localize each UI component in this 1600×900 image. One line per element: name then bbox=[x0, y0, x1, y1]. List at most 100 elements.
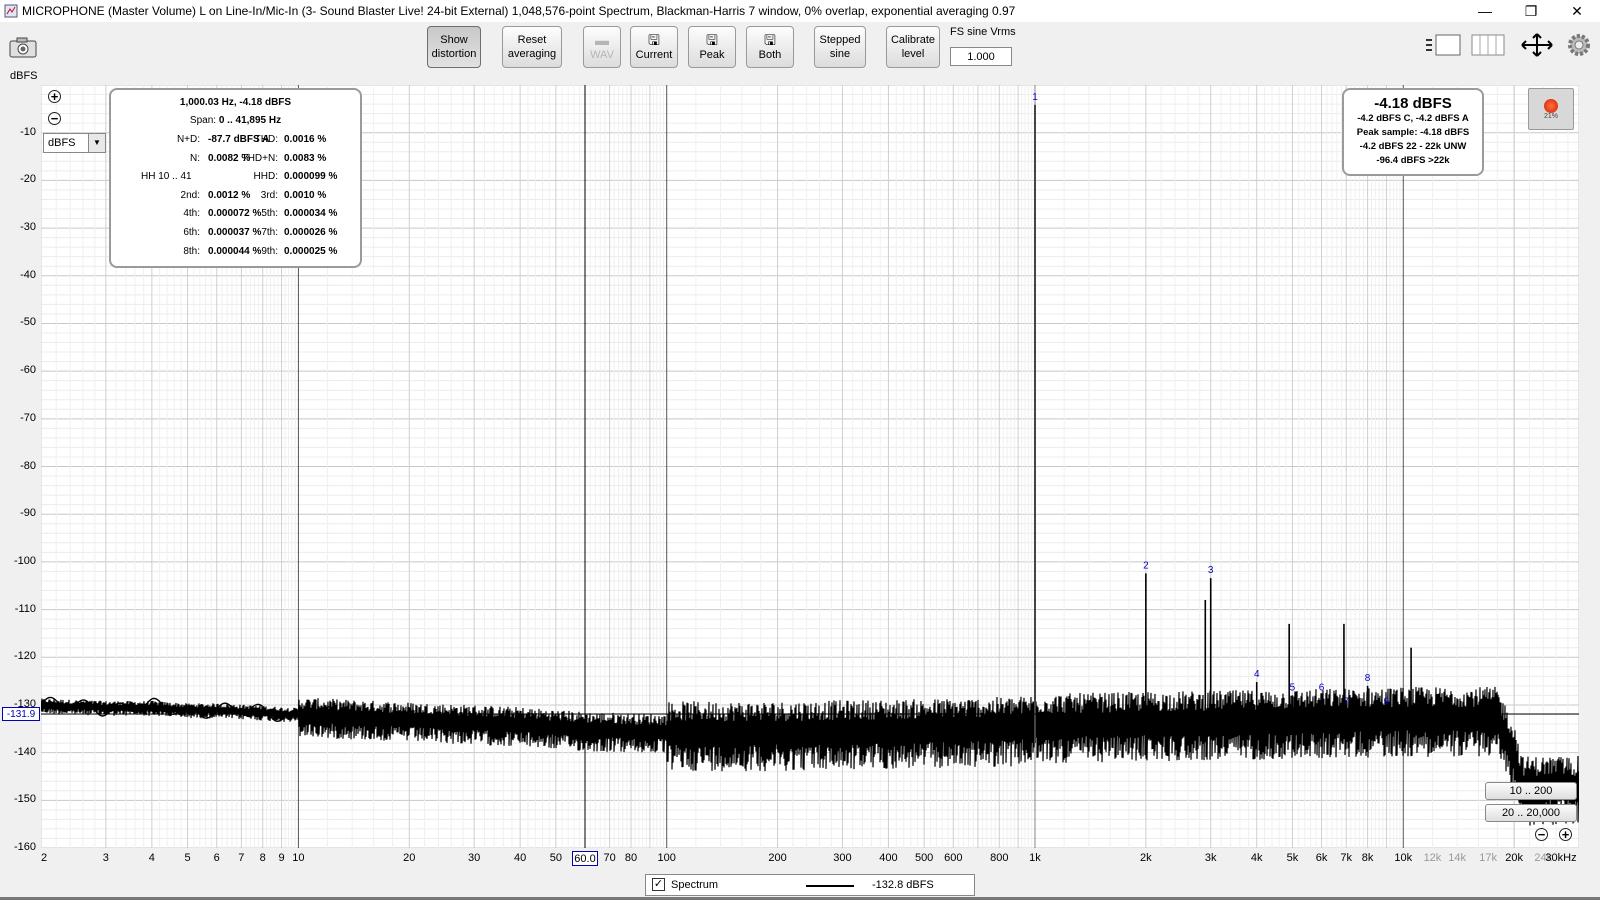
distortion-l: 2nd: bbox=[180, 189, 200, 201]
record-icon bbox=[1544, 99, 1558, 113]
harmonic-label: 3 bbox=[1208, 565, 1214, 576]
folder-icon: ▬ bbox=[595, 32, 609, 48]
distortion-row: 2nd: 0.0012 % 3rd: 0.0010 % bbox=[111, 190, 360, 204]
range-20-20000-button[interactable]: 20 .. 20,000 bbox=[1485, 804, 1577, 822]
minimize-button[interactable]: — bbox=[1462, 0, 1508, 22]
distortion-row: 8th: 0.000044 % 9th: 0.000025 % bbox=[111, 246, 360, 260]
harmonic-label: 9 bbox=[1384, 697, 1390, 708]
y-tick-label: -120 bbox=[13, 650, 36, 663]
zoom-in-icon[interactable]: + bbox=[1559, 828, 1572, 841]
y-tick-label: -150 bbox=[13, 793, 36, 806]
zoom-in-icon[interactable]: + bbox=[48, 90, 61, 103]
x-tick-label: 50 bbox=[549, 852, 562, 864]
x-tick-label: 10k bbox=[1394, 852, 1413, 864]
x-tick-label: 500 bbox=[914, 852, 934, 864]
legend: ✓ Spectrum -132.8 dBFS bbox=[645, 874, 975, 896]
unit-select-value: dBFS bbox=[48, 137, 76, 149]
both-button[interactable]: 🖫 Both bbox=[746, 26, 794, 68]
harmonic-label: 2 bbox=[1143, 560, 1149, 571]
x-tick-label: 70 bbox=[603, 852, 616, 864]
show-distortion-button[interactable]: Show distortion bbox=[427, 26, 481, 68]
distortion-l: 8th: bbox=[183, 245, 200, 257]
y-tick-label: -100 bbox=[13, 554, 36, 567]
harmonic-label: 7 bbox=[1343, 697, 1349, 708]
restore-button[interactable]: ❐ bbox=[1508, 0, 1554, 22]
y-tick-label: -20 bbox=[20, 173, 36, 186]
stepped-sine-button[interactable]: Stepped sine bbox=[814, 26, 866, 68]
x-tick-label: 200 bbox=[768, 852, 787, 864]
show-distortion-label-1: Show bbox=[440, 34, 468, 46]
cursor-y-value: -131.9 bbox=[2, 707, 40, 721]
columns-icon[interactable] bbox=[1470, 32, 1506, 58]
level-line-3: -4.2 dBFS 22 - 22k UNW bbox=[1359, 141, 1467, 152]
x-tick-label: 80 bbox=[624, 852, 638, 864]
span-value: 0 .. 41,895 Hz bbox=[218, 115, 282, 126]
y-tick-label: -90 bbox=[20, 507, 36, 520]
x-tick-label: 30kHz bbox=[1545, 852, 1577, 864]
x-tick-label: 9 bbox=[278, 852, 285, 864]
stepped-sine-label-2: sine bbox=[829, 48, 851, 60]
y-tick-label: -160 bbox=[13, 841, 36, 853]
current-label: Current bbox=[635, 49, 673, 61]
distortion-v2: 0.000025 % bbox=[284, 245, 338, 257]
distortion-v2: 0.000026 % bbox=[284, 227, 338, 238]
x-tick-label: 12k bbox=[1423, 852, 1442, 864]
level-main: -4.18 dBFS bbox=[1374, 95, 1452, 112]
peak-button[interactable]: 🖫 Peak bbox=[688, 26, 736, 68]
record-button[interactable]: 21% bbox=[1528, 88, 1574, 130]
calibrate-level-button[interactable]: Calibrate level bbox=[886, 26, 940, 68]
close-button[interactable]: ✕ bbox=[1554, 0, 1600, 22]
harmonic-label: 8 bbox=[1365, 673, 1371, 684]
reset-averaging-button[interactable]: Reset averaging bbox=[502, 26, 562, 68]
distortion-l: 4th: bbox=[183, 208, 200, 220]
zoom-out-icon[interactable]: − bbox=[48, 112, 61, 125]
distortion-l2: THD+N: bbox=[241, 152, 278, 164]
legend-series-name: Spectrum bbox=[671, 879, 719, 891]
x-tick-label: 6 bbox=[213, 852, 220, 864]
zoom-out-icon[interactable]: − bbox=[1535, 828, 1548, 841]
camera-icon[interactable] bbox=[8, 36, 38, 60]
x-tick-label: 2 bbox=[40, 852, 48, 864]
level-line-2: Peak sample: -4.18 dBFS bbox=[1356, 127, 1470, 138]
save-icon: 🖫 bbox=[706, 32, 718, 48]
harmonic-label: 5 bbox=[1290, 682, 1296, 693]
x-tick-label: 14k bbox=[1448, 852, 1466, 864]
distortion-l2: 7th: bbox=[261, 227, 278, 238]
gear-icon[interactable] bbox=[1566, 32, 1592, 58]
spectrum-checkbox[interactable]: ✓ bbox=[652, 878, 665, 891]
level-line-4: -96.4 dBFS >22k bbox=[1376, 155, 1450, 166]
x-tick-label: 2k bbox=[1140, 852, 1152, 864]
x-tick-label: 4k bbox=[1250, 852, 1263, 864]
reset-averaging-label-2: averaging bbox=[507, 48, 557, 60]
distortion-row: N: 0.0082 % THD+N: 0.0083 % bbox=[111, 153, 360, 167]
level-line-1: -4.2 dBFS C, -4.2 dBFS A bbox=[1357, 113, 1469, 124]
distortion-row: 4th: 0.000072 % 5th: 0.000034 % bbox=[111, 208, 360, 222]
distortion-l2: THD: bbox=[254, 134, 278, 145]
fs-sine-vrms-input[interactable]: 1.000 bbox=[950, 47, 1012, 66]
cursor-x-value: 60.0 bbox=[572, 851, 598, 866]
wav-button[interactable]: ▬ WAV bbox=[583, 26, 621, 68]
expand-arrows-icon[interactable] bbox=[1518, 32, 1556, 58]
y-tick-label: -40 bbox=[20, 268, 36, 281]
y-tick-label: -50 bbox=[20, 316, 36, 329]
x-tick-label: 4 bbox=[148, 852, 155, 864]
layout-icon[interactable] bbox=[1424, 32, 1462, 58]
distortion-v: 0.000044 % bbox=[208, 245, 262, 257]
app-icon bbox=[4, 4, 18, 18]
legend-series-value: -132.8 dBFS bbox=[872, 879, 934, 891]
current-button[interactable]: 🖫 Current bbox=[630, 26, 678, 68]
legend-line-swatch bbox=[806, 885, 854, 887]
distortion-v2: 0.0010 % bbox=[284, 189, 327, 201]
x-tick-label: 5 bbox=[184, 852, 191, 864]
wav-label: WAV bbox=[590, 49, 614, 61]
harmonic-label: 1 bbox=[1032, 92, 1038, 103]
chevron-down-icon: ▼ bbox=[88, 134, 105, 152]
range-10-200-button[interactable]: 10 .. 200 bbox=[1485, 782, 1577, 800]
x-tick-label: 3k bbox=[1204, 852, 1217, 864]
unit-select[interactable]: dBFS ▼ bbox=[43, 133, 106, 153]
x-tick-label: 7k bbox=[1340, 852, 1353, 864]
harmonic-label: 4 bbox=[1254, 669, 1260, 680]
x-tick-label: 40 bbox=[514, 852, 527, 864]
x-tick-label: 1k bbox=[1029, 852, 1041, 864]
distortion-v2: 0.0016 % bbox=[284, 134, 327, 145]
